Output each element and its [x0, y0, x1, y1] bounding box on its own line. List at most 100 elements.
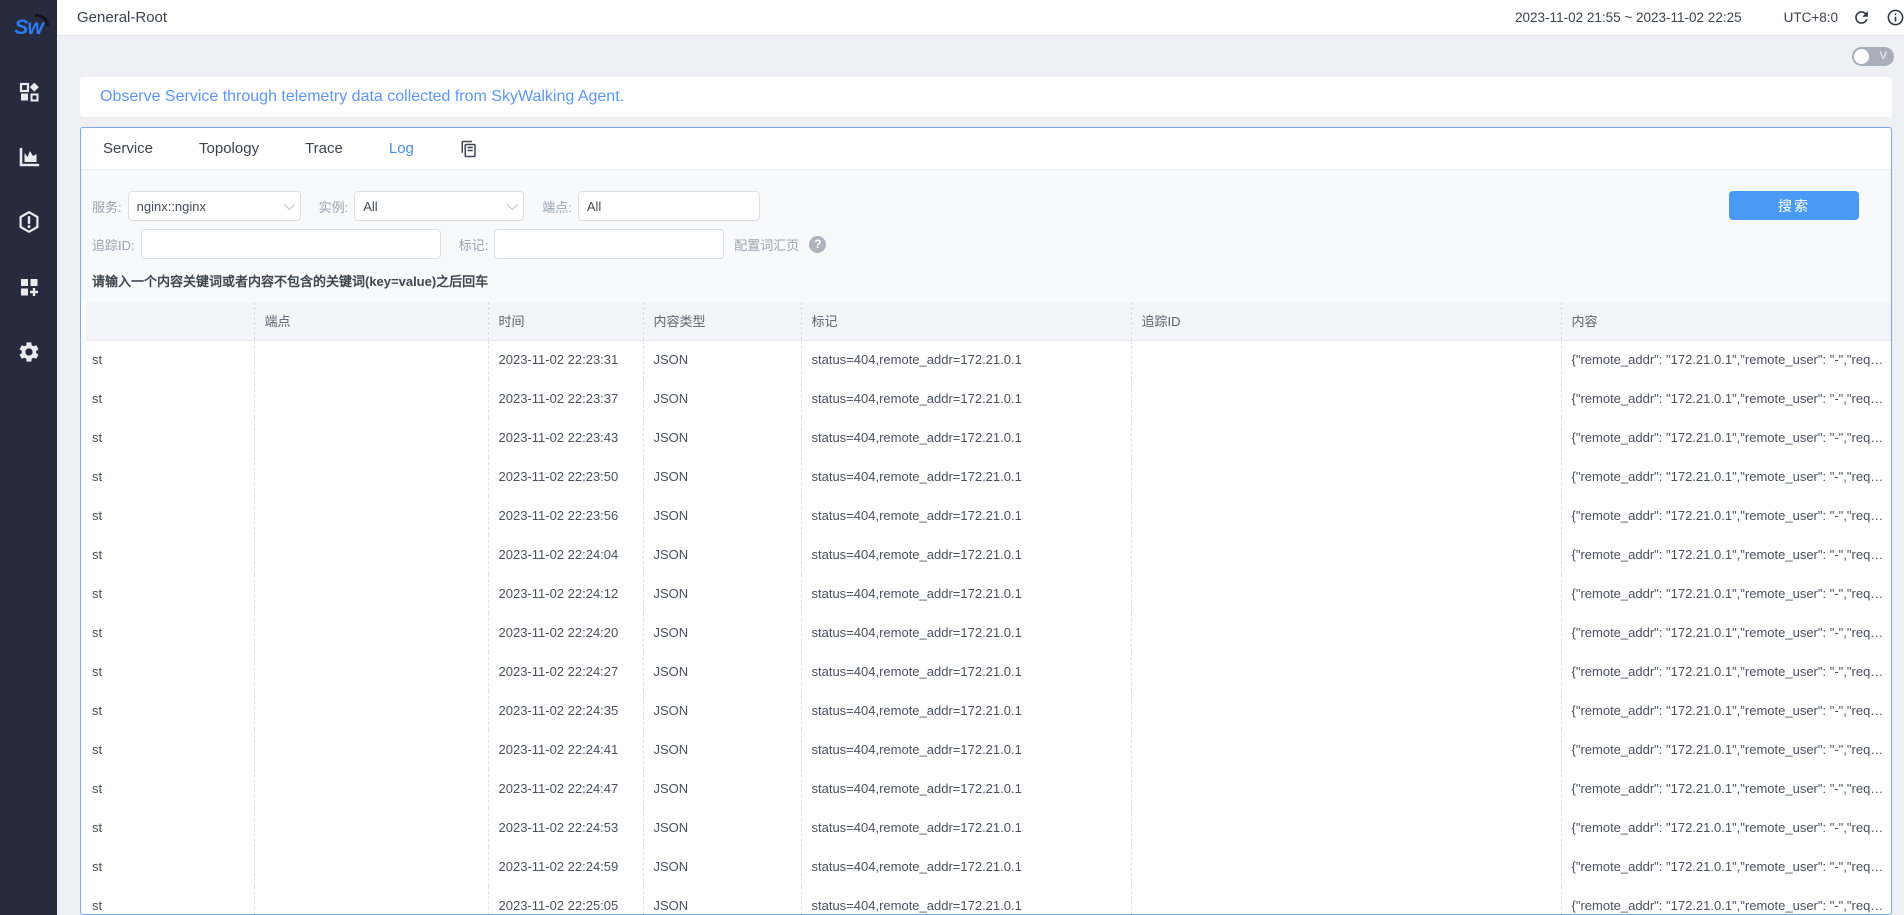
table-row[interactable]: st 2023-11-02 22:24:53 JSON status=404,r… [86, 808, 1891, 847]
col-endpoint: 端点 [254, 302, 488, 340]
instance-label: 实例: [319, 197, 349, 216]
service-label: 服务: [92, 197, 122, 216]
col-time: 时间 [488, 302, 643, 340]
chevron-down-icon [283, 199, 294, 210]
cell-content: {"remote_addr": "172.21.0.1","remote_use… [1561, 691, 1891, 730]
table-row[interactable]: st 2023-11-02 22:24:59 JSON status=404,r… [86, 847, 1891, 886]
table-row[interactable]: st 2023-11-02 22:24:35 JSON status=404,r… [86, 691, 1891, 730]
cell-content-type: JSON [643, 418, 801, 457]
sidebar-item-alerting[interactable] [15, 208, 43, 236]
alert-hexagon-icon [17, 210, 41, 234]
cell-trace-id [1131, 808, 1561, 847]
refresh-icon[interactable] [1852, 8, 1872, 28]
cell-tags: status=404,remote_addr=172.21.0.1 [801, 535, 1131, 574]
cell-time: 2023-11-02 22:24:41 [488, 730, 643, 769]
table-row[interactable]: st 2023-11-02 22:25:05 JSON status=404,r… [86, 886, 1891, 914]
cell-content-type: JSON [643, 652, 801, 691]
col-service [86, 302, 254, 340]
cell-trace-id [1131, 691, 1561, 730]
cell-time: 2023-11-02 22:24:53 [488, 808, 643, 847]
log-table: 端点 时间 内容类型 标记 追踪ID 内容 st 2023-11-02 22:2… [86, 302, 1891, 914]
service-select[interactable]: nginx::nginx [128, 191, 301, 221]
table-row[interactable]: st 2023-11-02 22:23:56 JSON status=404,r… [86, 496, 1891, 535]
instance-select[interactable]: All [354, 191, 524, 221]
search-button[interactable]: 搜索 [1729, 191, 1859, 220]
service-select-value: nginx::nginx [137, 199, 206, 214]
toggle-label: V [1880, 50, 1887, 62]
cell-tags: status=404,remote_addr=172.21.0.1 [801, 418, 1131, 457]
sidebar-item-dashboards[interactable] [15, 78, 43, 106]
config-vocabulary-link[interactable]: 配置词汇页 [734, 235, 799, 254]
tags-input[interactable] [494, 229, 724, 259]
cell-tags: status=404,remote_addr=172.21.0.1 [801, 496, 1131, 535]
cell-tags: status=404,remote_addr=172.21.0.1 [801, 769, 1131, 808]
cell-time: 2023-11-02 22:23:56 [488, 496, 643, 535]
cell-service: st [86, 769, 254, 808]
cell-trace-id [1131, 379, 1561, 418]
log-table-container[interactable]: 端点 时间 内容类型 标记 追踪ID 内容 st 2023-11-02 22:2… [81, 302, 1891, 914]
cell-endpoint [254, 418, 488, 457]
cell-tags: status=404,remote_addr=172.21.0.1 [801, 613, 1131, 652]
table-row[interactable]: st 2023-11-02 22:24:27 JSON status=404,r… [86, 652, 1891, 691]
cell-tags: status=404,remote_addr=172.21.0.1 [801, 847, 1131, 886]
cell-content: {"remote_addr": "172.21.0.1","remote_use… [1561, 808, 1891, 847]
cell-trace-id [1131, 613, 1561, 652]
tab-log[interactable]: Log [389, 140, 414, 157]
tab-trace[interactable]: Trace [305, 140, 343, 157]
table-row[interactable]: st 2023-11-02 22:24:41 JSON status=404,r… [86, 730, 1891, 769]
cell-tags: status=404,remote_addr=172.21.0.1 [801, 730, 1131, 769]
cell-trace-id [1131, 769, 1561, 808]
sidebar-item-marketplace[interactable] [15, 273, 43, 301]
cell-content-type: JSON [643, 574, 801, 613]
cell-content: {"remote_addr": "172.21.0.1","remote_use… [1561, 340, 1891, 379]
table-row[interactable]: st 2023-11-02 22:23:37 JSON status=404,r… [86, 379, 1891, 418]
sidebar-item-settings[interactable] [15, 338, 43, 366]
table-row[interactable]: st 2023-11-02 22:24:12 JSON status=404,r… [86, 574, 1891, 613]
cell-endpoint [254, 730, 488, 769]
col-content: 内容 [1561, 302, 1891, 340]
table-row[interactable]: st 2023-11-02 22:24:47 JSON status=404,r… [86, 769, 1891, 808]
tab-bar: Service Topology Trace Log [81, 128, 1891, 170]
tab-topology[interactable]: Topology [199, 140, 259, 157]
dashboard-toolstrip: V [57, 36, 1904, 76]
cell-endpoint [254, 379, 488, 418]
chart-icon [17, 145, 41, 169]
trace-id-input[interactable] [141, 229, 441, 259]
cell-content: {"remote_addr": "172.21.0.1","remote_use… [1561, 769, 1891, 808]
endpoint-input[interactable]: All [578, 191, 760, 221]
cell-time: 2023-11-02 22:23:37 [488, 379, 643, 418]
cell-endpoint [254, 886, 488, 914]
cell-trace-id [1131, 340, 1561, 379]
cell-time: 2023-11-02 22:24:04 [488, 535, 643, 574]
cell-time: 2023-11-02 22:24:20 [488, 613, 643, 652]
info-icon[interactable] [1886, 8, 1904, 28]
cell-endpoint [254, 340, 488, 379]
trace-id-label: 追踪ID: [92, 235, 135, 254]
cell-time: 2023-11-02 22:24:59 [488, 847, 643, 886]
sidebar-item-metrics[interactable] [15, 143, 43, 171]
cell-time: 2023-11-02 22:23:43 [488, 418, 643, 457]
copy-widget-icon[interactable] [460, 140, 478, 158]
keyword-hint-text: 请输入一个内容关键词或者内容不包含的关键词(key=value)之后回车 [92, 271, 1891, 290]
table-row[interactable]: st 2023-11-02 22:23:31 JSON status=404,r… [86, 340, 1891, 379]
time-range-picker[interactable]: 2023-11-02 21:55 ~ 2023-11-02 22:25 [1515, 10, 1742, 25]
cell-time: 2023-11-02 22:25:05 [488, 886, 643, 914]
cell-content-type: JSON [643, 808, 801, 847]
tab-service[interactable]: Service [103, 140, 153, 157]
cell-service: st [86, 535, 254, 574]
table-row[interactable]: st 2023-11-02 22:23:50 JSON status=404,r… [86, 457, 1891, 496]
skywalking-logo[interactable]: Sw [14, 8, 42, 48]
marketplace-grid-plus-icon [17, 275, 41, 299]
banner-text: Observe Service through telemetry data c… [100, 88, 624, 105]
log-filter-panel: 服务: nginx::nginx 实例: All 端点: All [81, 170, 1891, 302]
cell-endpoint [254, 691, 488, 730]
table-row[interactable]: st 2023-11-02 22:23:43 JSON status=404,r… [86, 418, 1891, 457]
cell-content: {"remote_addr": "172.21.0.1","remote_use… [1561, 535, 1891, 574]
cell-content: {"remote_addr": "172.21.0.1","remote_use… [1561, 613, 1891, 652]
banner-card: Observe Service through telemetry data c… [80, 77, 1892, 117]
help-icon[interactable]: ? [809, 236, 826, 253]
table-row[interactable]: st 2023-11-02 22:24:20 JSON status=404,r… [86, 613, 1891, 652]
version-toggle[interactable]: V [1852, 47, 1894, 66]
table-row[interactable]: st 2023-11-02 22:24:04 JSON status=404,r… [86, 535, 1891, 574]
cell-service: st [86, 808, 254, 847]
